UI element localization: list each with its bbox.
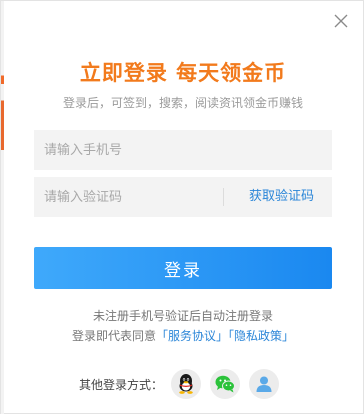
qq-login-button[interactable]	[171, 369, 202, 399]
account-login-button[interactable]	[249, 369, 280, 399]
service-agreement-link[interactable]: 「服务协议」	[156, 329, 228, 343]
login-button[interactable]: 登录	[34, 247, 332, 289]
phone-field	[34, 130, 332, 170]
get-code-button[interactable]: 获取验证码	[249, 177, 314, 217]
other-login-row: 其他登录方式：	[79, 369, 288, 399]
login-dialog: 立即登录 每天领金币 登录后，可签到，搜索，阅读资讯领金币赚钱 获取验证码 登录…	[0, 0, 364, 414]
agreement-prefix: 登录即代表同意	[71, 329, 156, 343]
wechat-icon	[215, 375, 236, 393]
code-field: 获取验证码	[34, 177, 332, 217]
account-icon	[256, 376, 272, 392]
dialog-title: 立即登录 每天领金币	[79, 61, 287, 85]
other-login-label: 其他登录方式：	[79, 377, 164, 392]
field-divider	[223, 188, 224, 206]
dialog-subtitle: 登录后，可签到，搜索，阅读资讯领金币赚钱	[62, 96, 303, 110]
phone-input[interactable]	[34, 130, 332, 170]
wechat-login-button[interactable]	[210, 369, 241, 399]
code-input[interactable]	[34, 177, 224, 217]
agreement-line: 登录即代表同意「服务协议」「隐私政策」	[1, 327, 364, 344]
close-button[interactable]	[333, 13, 349, 29]
close-icon	[334, 14, 348, 28]
qq-icon	[179, 374, 193, 394]
register-notice: 未注册手机号验证后自动注册登录	[92, 309, 273, 323]
privacy-policy-link[interactable]: 「隐私政策」	[228, 329, 294, 343]
